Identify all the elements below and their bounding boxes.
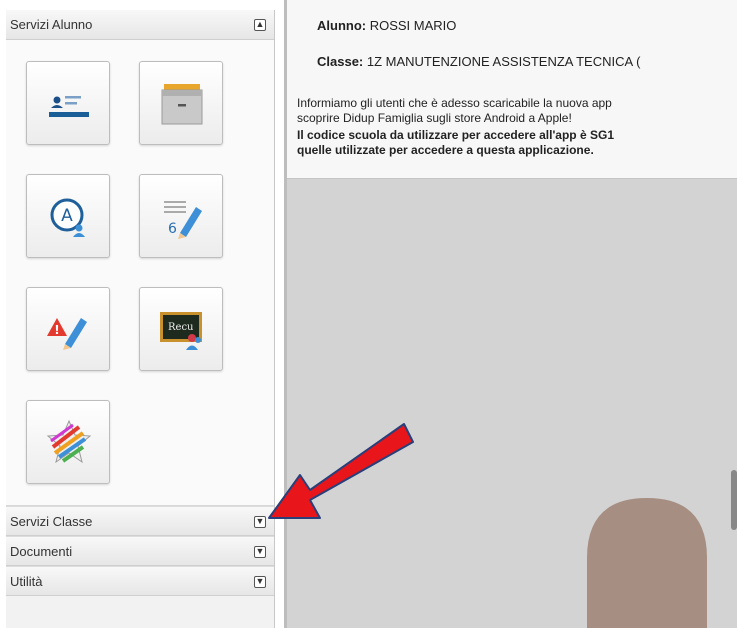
collapse-icon[interactable]: ▲ — [254, 19, 266, 31]
section-servizi-alunno[interactable]: Servizi Alunno ▲ — [6, 10, 274, 40]
absence-icon: A — [50, 198, 85, 237]
class-name: 1Z MANUTENZIONE ASSISTENZA TECNICA ( — [366, 54, 641, 69]
recovery-icon: Recu — [160, 312, 202, 350]
student-card-button[interactable] — [26, 61, 110, 145]
section-documenti[interactable]: Documenti ▼ — [6, 536, 274, 566]
section-utilita[interactable]: Utilità ▼ — [6, 566, 274, 596]
svg-text:6: 6 — [168, 221, 177, 237]
notice-bold-1: Il codice scuola da utilizzare per acced… — [297, 128, 614, 142]
notes-button[interactable]: ! — [26, 287, 110, 371]
star-button[interactable] — [26, 400, 110, 484]
svg-text:Recu: Recu — [168, 322, 194, 333]
expand-icon[interactable]: ▼ — [254, 546, 266, 558]
student-card-icon — [49, 96, 89, 117]
recovery-button[interactable]: Recu — [139, 287, 223, 371]
absences-button[interactable]: A — [26, 174, 110, 258]
sidebar: Servizi Alunno ▲ A 6 ! Recu Servizi Clas… — [6, 10, 275, 628]
grades-button[interactable]: 6 — [139, 174, 223, 258]
student-info-panel: Alunno: ROSSI MARIO Classe: 1Z MANUTENZI… — [287, 0, 737, 179]
notice-bold-2: quelle utilizzate per accedere a questa … — [297, 143, 594, 157]
archive-folder-icon — [161, 84, 203, 125]
expand-icon[interactable]: ▼ — [254, 576, 266, 588]
section-servizi-classe[interactable]: Servizi Classe ▼ — [6, 506, 274, 536]
student-label: Alunno: — [317, 18, 367, 33]
student-row: Alunno: ROSSI MARIO — [317, 18, 456, 33]
notice-line-2: scoprire Didup Famiglia sugli store Andr… — [297, 111, 572, 125]
section-label: Servizi Classe — [10, 514, 93, 529]
section-label: Servizi Alunno — [10, 17, 93, 32]
archive-button[interactable] — [139, 61, 223, 145]
section-label: Documenti — [10, 544, 73, 559]
notice-line-1: Informiamo gli utenti che è adesso scari… — [297, 96, 612, 110]
section-label: Utilità — [10, 574, 43, 589]
partial-figure — [731, 470, 737, 530]
star-icon — [46, 419, 92, 464]
avatar-placeholder-icon — [587, 498, 707, 628]
expand-icon[interactable]: ▼ — [254, 516, 266, 528]
class-row: Classe: 1Z MANUTENZIONE ASSISTENZA TECNI… — [317, 54, 640, 69]
disciplinary-notes-icon: ! — [47, 318, 87, 350]
servizi-alunno-panel: A 6 ! Recu — [6, 40, 274, 506]
class-label: Classe: — [317, 54, 364, 69]
main-content: Alunno: ROSSI MARIO Classe: 1Z MANUTENZI… — [284, 0, 737, 628]
svg-text:A: A — [61, 206, 73, 226]
grades-icon: 6 — [164, 201, 202, 239]
student-name: ROSSI MARIO — [369, 18, 457, 33]
svg-text:!: ! — [54, 323, 59, 337]
